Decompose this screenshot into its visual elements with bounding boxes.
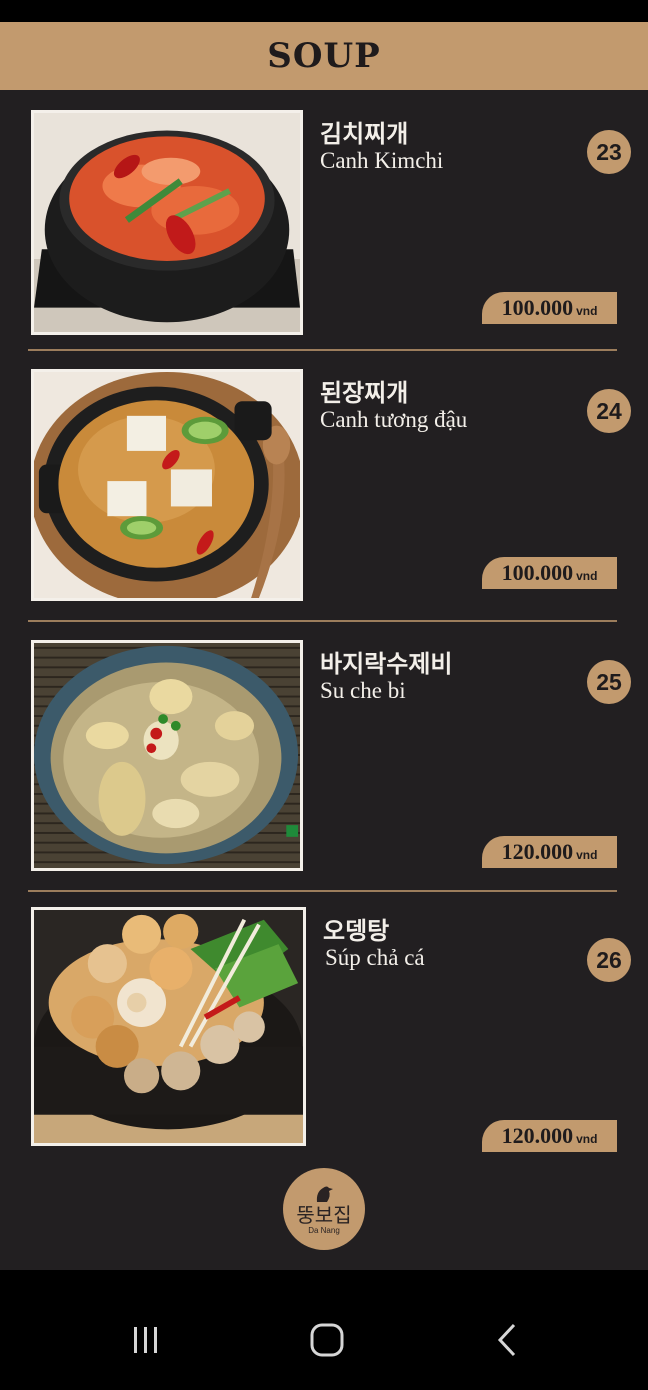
logo-location: Da Nang [308,1225,340,1235]
vietnamese-dish-name: Súp chả cá [325,945,425,970]
item-number-badge: 23 [587,130,631,174]
recent-apps-icon [134,1327,157,1353]
price-tag: 120.000 vnd [482,836,617,868]
navigation-bar [0,1270,648,1390]
section-header: SOUP [0,22,648,90]
vietnamese-dish-name: Canh Kimchi [320,148,444,173]
logo-name: 뚱보집 [296,1202,352,1227]
price-currency: vnd [576,569,598,583]
korean-dish-name: 김치찌개 [320,120,409,148]
korean-dish-name: 오뎅탕 [323,917,390,945]
price-amount: 120.000 [501,1123,574,1148]
status-bar [0,0,648,22]
item-divider [28,890,617,892]
restaurant-logo: 뚱보집 Da Nang [283,1168,365,1250]
section-title: SOUP [267,36,381,76]
item-divider [28,620,617,622]
home-icon [310,1323,344,1357]
back-button[interactable] [478,1320,538,1360]
price-currency: vnd [576,304,598,318]
korean-dish-name: 바지락수제비 [320,650,453,678]
korean-dish-name: 된장찌개 [320,379,409,407]
bird-icon [316,1186,333,1202]
vietnamese-dish-name: Canh tương đậu [320,407,468,432]
vietnamese-dish-name: Su che bi [320,678,406,703]
fish-cake-soup-photo [31,907,306,1146]
recent-apps-button[interactable] [116,1320,176,1360]
kimchi-stew-photo [31,110,303,335]
soybean-paste-stew-photo [31,369,303,601]
price-amount: 100.000 [501,295,574,320]
home-button[interactable] [297,1320,357,1360]
price-tag: 100.000 vnd [482,557,617,589]
menu-page: SOUP 김치찌개 Canh Kimchi 23 100.000 vnd 된장찌… [0,22,648,1270]
item-number-badge: 26 [587,938,631,982]
price-amount: 100.000 [501,560,574,585]
clam-sujebi-photo [31,640,303,871]
item-divider [28,349,617,351]
price-tag: 120.000 vnd [482,1120,617,1152]
item-number-badge: 25 [587,660,631,704]
price-currency: vnd [576,848,598,862]
price-tag: 100.000 vnd [482,292,617,324]
price-currency: vnd [576,1132,598,1146]
price-amount: 120.000 [501,839,574,864]
item-number-badge: 24 [587,389,631,433]
back-icon [497,1323,516,1357]
